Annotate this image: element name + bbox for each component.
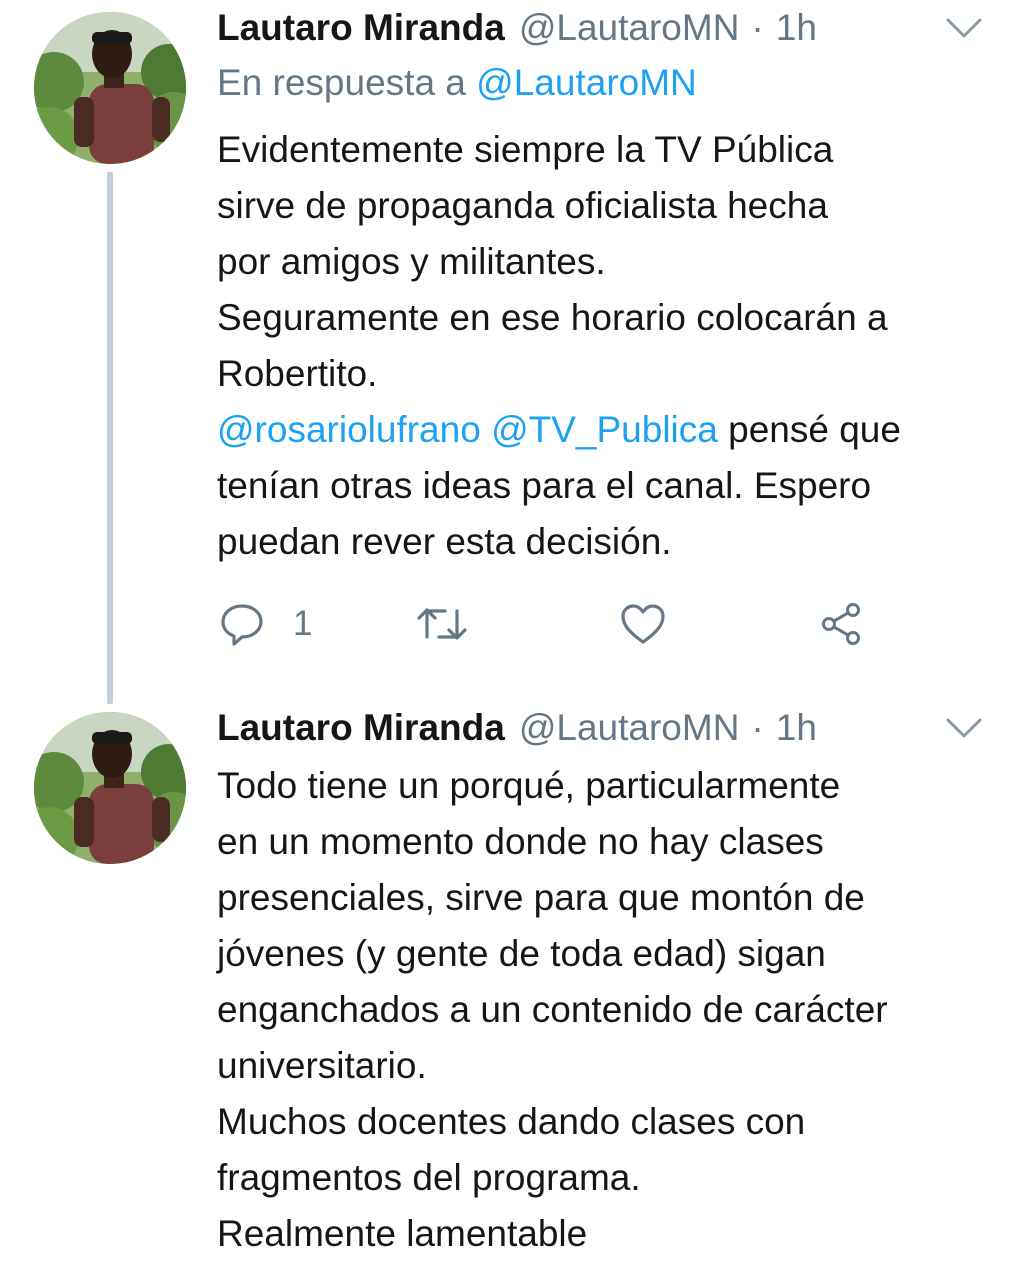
tweet-header: Lautaro Miranda @LautaroMN · 1h <box>217 4 817 52</box>
tweet-text-line: tenían otras ideas para el canal. Espero <box>217 465 872 506</box>
separator: · <box>751 7 764 48</box>
tweet-text-line: universitario. <box>217 1045 427 1086</box>
tweet[interactable]: Lautaro Miranda @LautaroMN · 1h Todo tie… <box>0 700 1021 1280</box>
tweet-text: Todo tiene un porqué, particularmente en… <box>217 758 1007 1262</box>
author-name[interactable]: Lautaro Miranda <box>217 707 505 749</box>
tweet-text-line: @rosariolufrano @TV_Publica pensé que <box>217 402 1007 458</box>
tweet-text-line: jóvenes (y gente de toda edad) sigan <box>217 933 826 974</box>
tweet-text-line: por amigos y militantes. <box>217 241 606 282</box>
tweet-actions: 1 <box>217 598 877 650</box>
author-name[interactable]: Lautaro Miranda <box>217 7 505 49</box>
share-icon <box>817 601 865 647</box>
chevron-down-icon[interactable] <box>944 14 984 42</box>
mention-link[interactable]: @TV_Publica <box>491 409 718 450</box>
tweet-text-line: enganchados a un contenido de carácter <box>217 989 888 1030</box>
like-icon <box>619 601 667 647</box>
avatar[interactable] <box>34 12 186 164</box>
tweet-header: Lautaro Miranda @LautaroMN · 1h <box>217 704 817 752</box>
tweet-text-line: presenciales, sirve para que montón de <box>217 877 865 918</box>
reply-mention-link[interactable]: @LautaroMN <box>476 62 697 103</box>
reply-prefix: En respuesta a <box>217 62 466 103</box>
tweet-text-fragment: pensé que <box>717 409 901 450</box>
reply-button[interactable]: 1 <box>219 598 312 650</box>
tweet-text-line: Robertito. <box>217 353 378 394</box>
mention-link[interactable]: @rosariolufrano <box>217 409 481 450</box>
tweet-text-line: fragmentos del programa. <box>217 1157 641 1198</box>
tweet-text: Evidentemente siempre la TV Pública sirv… <box>217 122 1007 570</box>
retweet-icon <box>415 601 469 647</box>
share-button[interactable] <box>817 598 865 650</box>
tweet-text-line: Muchos docentes dando clases con <box>217 1101 806 1142</box>
tweet-text-line: Todo tiene un porqué, particularmente <box>217 765 841 806</box>
chevron-down-icon[interactable] <box>944 714 984 742</box>
reply-icon <box>219 601 265 647</box>
retweet-button[interactable] <box>415 598 469 650</box>
reply-context: En respuesta a @LautaroMN <box>217 62 697 104</box>
tweet-text-line: en un momento donde no hay clases <box>217 821 824 862</box>
tweet-text-line: Seguramente en ese horario colocarán a <box>217 297 888 338</box>
tweet[interactable]: Lautaro Miranda @LautaroMN · 1h En respu… <box>0 0 1021 704</box>
timestamp[interactable]: 1h <box>776 707 817 749</box>
author-handle[interactable]: @LautaroMN <box>519 707 740 749</box>
reply-count: 1 <box>293 604 313 643</box>
author-handle[interactable]: @LautaroMN <box>519 7 740 49</box>
tweet-text-line: puedan rever esta decisión. <box>217 521 672 562</box>
separator: · <box>751 707 764 748</box>
tweet-text-line: sirve de propaganda oficialista hecha <box>217 185 828 226</box>
tweet-text-line: Evidentemente siempre la TV Pública <box>217 129 834 170</box>
avatar-photo <box>34 712 186 864</box>
like-button[interactable] <box>619 598 667 650</box>
thread-connector <box>107 172 113 704</box>
timestamp[interactable]: 1h <box>776 7 817 49</box>
avatar-photo <box>34 12 186 164</box>
tweet-text-line: Realmente lamentable <box>217 1213 588 1254</box>
avatar[interactable] <box>34 712 186 864</box>
